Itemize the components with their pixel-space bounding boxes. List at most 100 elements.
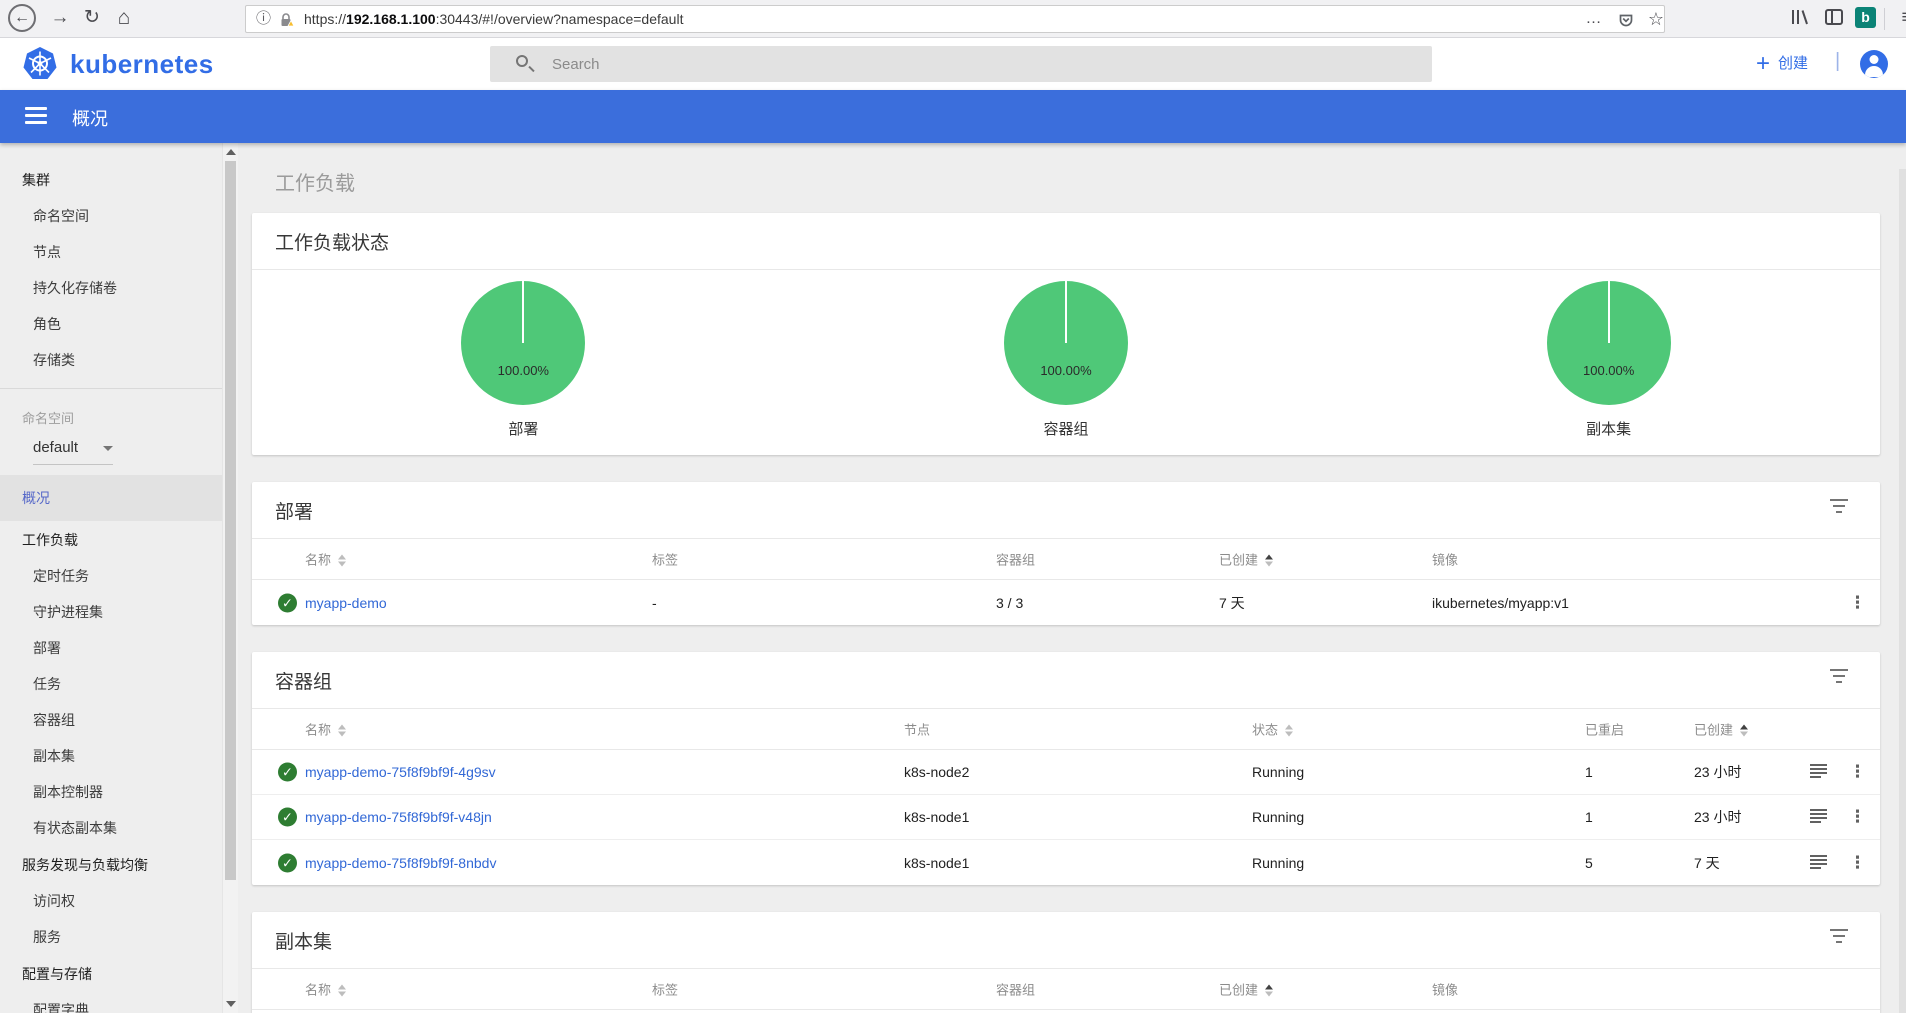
- filter-icon[interactable]: [1830, 499, 1848, 517]
- scrollbar-thumb[interactable]: [225, 161, 236, 880]
- sidebar-item-persistent-volumes[interactable]: 持久化存储卷: [0, 270, 222, 306]
- row-menu-icon[interactable]: ⋮: [1849, 593, 1866, 613]
- search-bar[interactable]: [490, 46, 1432, 82]
- replica-sets-header-row: 名称 标签 容器组 已创建 镜像: [252, 969, 1880, 1010]
- logs-icon[interactable]: [1810, 809, 1827, 825]
- search-icon: [516, 55, 528, 67]
- url-bar[interactable]: ⓘ https://192.168.1.100:30443/#!/overvie…: [245, 5, 1665, 33]
- browser-home-button[interactable]: ⌂: [110, 4, 138, 32]
- sidebar-item-pods[interactable]: 容器组: [0, 702, 222, 738]
- sort-icon: [338, 554, 347, 567]
- sidebar-item-jobs[interactable]: 任务: [0, 666, 222, 702]
- workload-status-title: 工作负载状态: [252, 213, 1880, 270]
- deployment-link[interactable]: myapp-demo: [305, 595, 387, 611]
- column-header-name[interactable]: 名称: [305, 980, 347, 999]
- sidebar-header-cluster: 集群: [22, 172, 50, 188]
- sidebar-item-replica-sets[interactable]: 副本集: [0, 738, 222, 774]
- sidebar-nav: 集群 命名空间 节点 持久化存储卷 角色 存储类 命名空间 default 概况…: [0, 143, 222, 1013]
- column-header-name[interactable]: 名称: [305, 720, 347, 739]
- deployment-row: ✓ myapp-demo - 3 / 3 7 天 ikubernetes/mya…: [252, 580, 1880, 625]
- sidebar-item-deployments[interactable]: 部署: [0, 630, 222, 666]
- app-header: kubernetes +创建 |: [0, 38, 1906, 90]
- column-header-status[interactable]: 状态: [1252, 720, 1294, 739]
- sidebar-toggle-icon[interactable]: [1824, 7, 1844, 32]
- column-header-created[interactable]: 已创建: [1219, 550, 1274, 569]
- sort-icon: [338, 984, 347, 997]
- toolbar-divider: [1884, 8, 1885, 30]
- sidebar-header-discovery[interactable]: 服务发现与负载均衡: [0, 846, 222, 883]
- column-header-created[interactable]: 已创建: [1219, 980, 1274, 999]
- column-header-name[interactable]: 名称: [305, 550, 347, 569]
- hamburger-menu-icon[interactable]: [25, 107, 47, 128]
- sidebar-item-cron-jobs[interactable]: 定时任务: [0, 558, 222, 594]
- page-info-icon[interactable]: ⓘ: [256, 6, 271, 32]
- sidebar-scrollbar[interactable]: [222, 143, 238, 1013]
- sort-icon: [1285, 724, 1294, 737]
- workload-status-card: 工作负载状态 100.00% 部署 100.00% 容器组 100.00% 副本…: [252, 213, 1880, 455]
- column-header-created[interactable]: 已创建: [1694, 720, 1749, 739]
- sidebar-header-config-storage[interactable]: 配置与存储: [0, 955, 222, 992]
- sort-icon: [338, 724, 347, 737]
- search-input[interactable]: [552, 46, 1412, 82]
- chevron-down-icon: [103, 446, 113, 451]
- page-actions-icon[interactable]: …: [1582, 6, 1606, 32]
- browser-reload-button[interactable]: ↻: [78, 4, 106, 32]
- pod-status: Running: [1252, 854, 1305, 871]
- namespace-select[interactable]: default: [33, 439, 113, 465]
- sort-asc-icon: [1265, 984, 1274, 997]
- content-scrollbar[interactable]: [1899, 169, 1906, 1013]
- sidebar-item-storage-classes[interactable]: 存储类: [0, 342, 222, 378]
- sidebar-header-workloads[interactable]: 工作负载: [0, 521, 222, 558]
- filter-icon[interactable]: [1830, 669, 1848, 687]
- row-menu-icon[interactable]: ⋮: [1849, 807, 1866, 827]
- create-button[interactable]: + 创建: [1756, 51, 1808, 77]
- deployment-created: 7 天: [1219, 594, 1245, 611]
- library-icon[interactable]: [1789, 7, 1811, 32]
- pod-link[interactable]: myapp-demo-75f8f9bf9f-v48jn: [305, 809, 492, 825]
- pod-row: ✓ myapp-demo-75f8f9bf9f-v48jn k8s-node1 …: [252, 795, 1880, 840]
- browser-menu-icon[interactable]: ≡: [1893, 4, 1906, 32]
- pie-value: 100.00%: [1583, 363, 1635, 378]
- pod-status: Running: [1252, 809, 1305, 825]
- scroll-up-icon[interactable]: [226, 149, 236, 155]
- column-header-pods: 容器组: [996, 552, 1036, 568]
- column-header-images: 镜像: [1432, 982, 1459, 998]
- sidebar-item-daemon-sets[interactable]: 守护进程集: [0, 594, 222, 630]
- bing-extension-icon[interactable]: b: [1855, 7, 1876, 28]
- pie-caption: 副本集: [1586, 421, 1632, 438]
- sidebar-item-nodes[interactable]: 节点: [0, 234, 222, 270]
- sidebar-item-ingresses[interactable]: 访问权: [0, 883, 222, 919]
- pod-row: ✓ myapp-demo-75f8f9bf9f-4g9sv k8s-node2 …: [252, 750, 1880, 795]
- sidebar-item-replication-controllers[interactable]: 副本控制器: [0, 774, 222, 810]
- filter-icon[interactable]: [1830, 929, 1848, 947]
- pie-chart-pods: 100.00%: [1004, 281, 1128, 405]
- scroll-down-icon[interactable]: [226, 1001, 236, 1007]
- pods-card: 容器组 名称 节点 状态 已重启 已创建 ✓ myapp-demo-75f8f9…: [252, 652, 1880, 885]
- bookmark-star-icon[interactable]: ☆: [1644, 6, 1668, 32]
- kubernetes-logo-icon[interactable]: [22, 46, 58, 82]
- pod-node: k8s-node1: [904, 809, 970, 825]
- sidebar-item-overview[interactable]: 概况: [0, 475, 222, 521]
- logs-icon[interactable]: [1810, 764, 1827, 780]
- user-avatar[interactable]: [1860, 50, 1888, 78]
- pod-node: k8s-node2: [904, 764, 970, 780]
- logs-icon[interactable]: [1810, 854, 1827, 871]
- deployment-pods: 3 / 3: [996, 594, 1024, 611]
- sidebar-item-stateful-sets[interactable]: 有状态副本集: [0, 810, 222, 846]
- insecure-lock-icon[interactable]: [278, 11, 295, 37]
- row-menu-icon[interactable]: ⋮: [1849, 762, 1866, 782]
- pod-node: k8s-node1: [904, 854, 970, 871]
- pod-link[interactable]: myapp-demo-75f8f9bf9f-4g9sv: [305, 764, 496, 780]
- browser-forward-button[interactable]: →: [46, 4, 74, 32]
- pod-link[interactable]: myapp-demo-75f8f9bf9f-8nbdv: [305, 855, 496, 871]
- replica-sets-title: 副本集: [252, 912, 1880, 969]
- sidebar-item-roles[interactable]: 角色: [0, 306, 222, 342]
- row-menu-icon[interactable]: ⋮: [1849, 853, 1866, 873]
- sidebar-item-namespaces[interactable]: 命名空间: [0, 198, 222, 234]
- browser-back-button[interactable]: ←: [8, 4, 36, 32]
- page-toolbar: 概况: [0, 90, 1906, 143]
- sidebar-item-services[interactable]: 服务: [0, 919, 222, 955]
- pod-row: ✓ myapp-demo-75f8f9bf9f-8nbdv k8s-node1 …: [252, 840, 1880, 885]
- sidebar-item-config-maps[interactable]: 配置字典: [0, 992, 222, 1013]
- pocket-save-icon[interactable]: [1614, 11, 1638, 37]
